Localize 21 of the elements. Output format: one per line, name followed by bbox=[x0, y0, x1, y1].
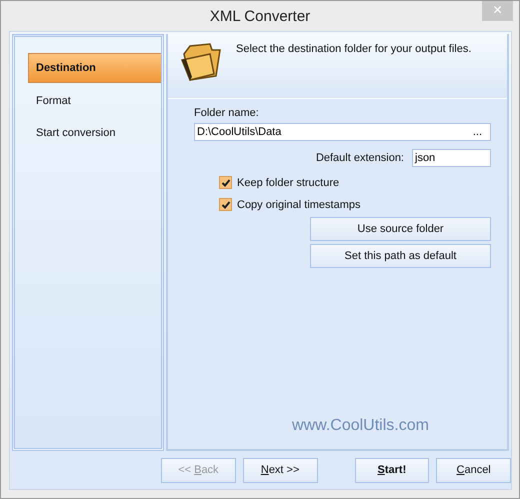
sidebar-item[interactable]: Format bbox=[28, 85, 161, 117]
action-button[interactable]: Set this path as default bbox=[310, 244, 491, 268]
sidebar-item[interactable]: Start conversion bbox=[28, 117, 161, 149]
checkbox-label: Keep folder structure bbox=[237, 176, 340, 188]
dialog-button[interactable]: Next >> bbox=[242, 458, 318, 482]
folder-icon bbox=[180, 42, 224, 82]
checkbox-label: Copy original timestamps bbox=[237, 198, 360, 210]
action-button[interactable]: Use source folder bbox=[310, 217, 491, 241]
browse-button[interactable]: ... bbox=[472, 126, 488, 138]
field-label: Folder name: bbox=[194, 107, 260, 119]
checkbox[interactable] bbox=[219, 198, 232, 211]
website-text: www.CoolUtils.com bbox=[292, 417, 429, 435]
sidebar-item[interactable]: Destination bbox=[28, 53, 161, 83]
checkbox[interactable] bbox=[219, 176, 232, 189]
extension-field[interactable]: json bbox=[412, 149, 491, 167]
dialog-button[interactable]: Start! bbox=[354, 458, 430, 482]
field-label: Default extension: bbox=[316, 152, 404, 164]
instruction-text: Select the destination folder for your output files. bbox=[236, 43, 472, 55]
window-title: XML Converter bbox=[210, 8, 310, 24]
folder-field[interactable]: D:\CoolUtils\Data ... bbox=[194, 123, 491, 141]
dialog-button[interactable]: Cancel bbox=[436, 458, 511, 482]
